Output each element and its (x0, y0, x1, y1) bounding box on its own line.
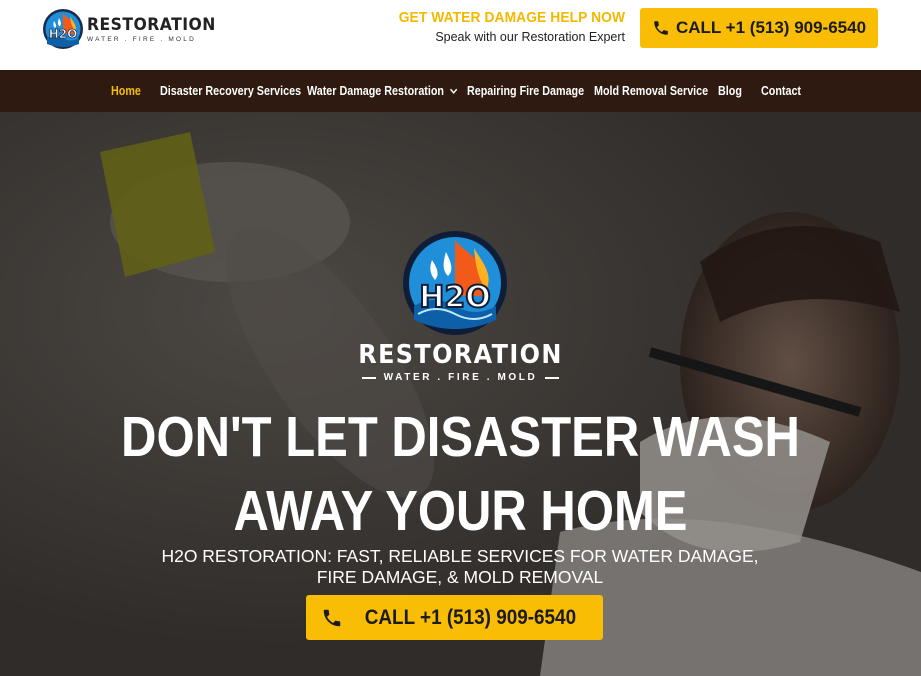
hero-brand-name: RESTORATION (358, 340, 563, 370)
hero-call-button[interactable]: CALL +1 (513) 909-6540 (306, 595, 603, 640)
header-call-label: CALL +1 (513) 909-6540 (675, 18, 867, 37)
h2o-logo-icon: H2O (43, 9, 83, 49)
site-logo[interactable]: H2O RESTORATION WATER . FIRE . MOLD (42, 8, 227, 50)
header-call-button[interactable]: CALL +1 (513) 909-6540 (640, 8, 878, 48)
hero-tagline-text: WATER . FIRE . MOLD (383, 372, 538, 383)
help-title: GET WATER DAMAGE HELP NOW (398, 9, 625, 26)
svg-text:H2O: H2O (49, 27, 78, 41)
nav-item-mold-removal[interactable]: Mold Removal Service (594, 84, 708, 98)
help-subtitle: Speak with our Restoration Expert (435, 30, 625, 44)
main-navigation: Home Disaster Recovery Services Water Da… (0, 70, 921, 112)
logo-tagline: WATER . FIRE . MOLD (87, 35, 196, 43)
hero-section: H2O RESTORATION WATER . FIRE . MOLD DON'… (0, 112, 921, 676)
logo-title: RESTORATION (87, 14, 216, 35)
nav-item-home[interactable]: Home (111, 84, 141, 98)
help-banner: GET WATER DAMAGE HELP NOW Speak with our… (379, 9, 625, 44)
phone-icon (323, 609, 341, 626)
hero-call-label: CALL +1 (513) 909-6540 (364, 605, 577, 629)
phone-icon (654, 21, 668, 35)
hero-brand-tagline: WATER . FIRE . MOLD (0, 372, 921, 383)
tagline-divider-left (361, 376, 376, 379)
hero-h2o-logo-icon: H2O (403, 231, 507, 335)
hero-headline-line2: AWAY YOUR HOME (233, 479, 688, 543)
hero-headline-line1: DON'T LET DISASTER WASH (121, 405, 800, 469)
nav-item-water-damage[interactable]: Water Damage Restoration (307, 84, 458, 98)
nav-item-disaster-recovery[interactable]: Disaster Recovery Services (160, 84, 301, 98)
chevron-down-icon (450, 88, 458, 94)
nav-item-blog[interactable]: Blog (718, 84, 742, 98)
nav-item-contact[interactable]: Contact (761, 84, 801, 98)
hero-subheadline: H2O RESTORATION: FAST, RELIABLE SERVICES… (161, 546, 759, 587)
tagline-divider-right (545, 376, 560, 379)
nav-item-fire-damage[interactable]: Repairing Fire Damage (467, 84, 584, 98)
site-header: H2O RESTORATION WATER . FIRE . MOLD GET … (0, 0, 921, 70)
hero-overlay (0, 112, 921, 676)
hero-headline: DON'T LET DISASTER WASH AWAY YOUR HOME (64, 400, 856, 548)
svg-text:H2O: H2O (419, 280, 490, 315)
